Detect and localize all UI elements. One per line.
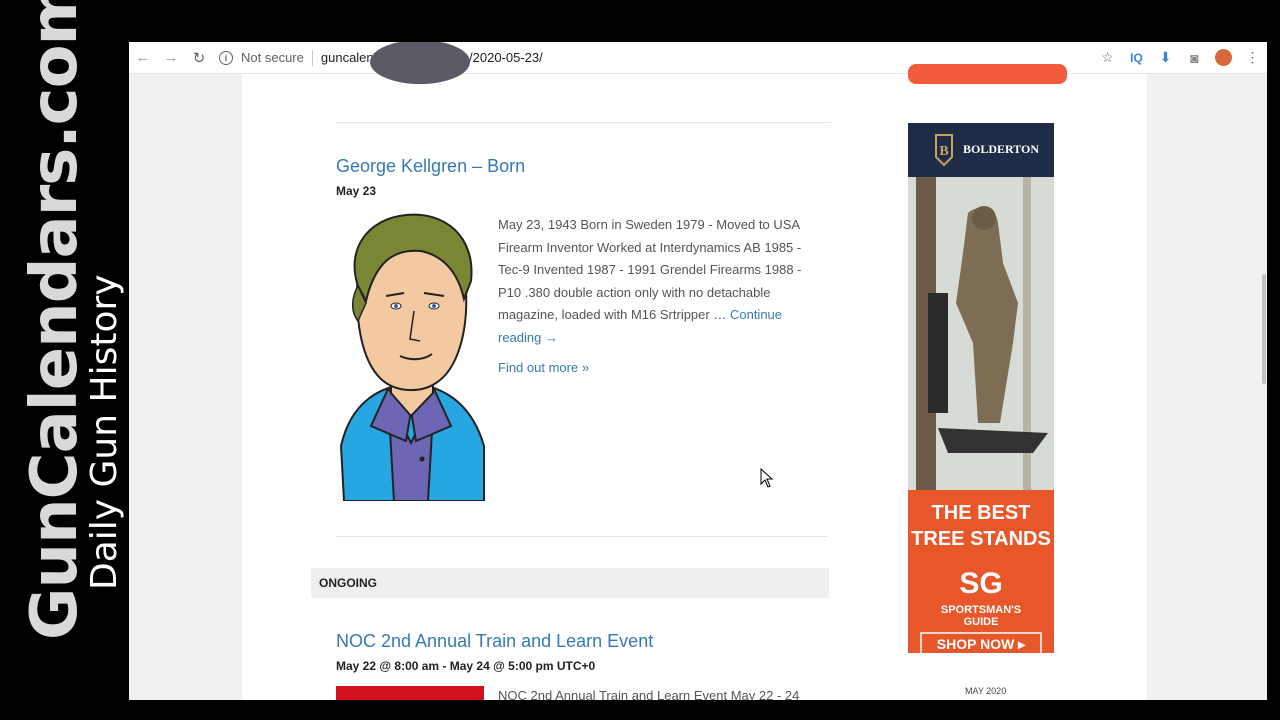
- sportsmans-guide-logo-icon: SG: [959, 567, 1002, 600]
- calendar-month-label: MAY 2020: [965, 686, 1007, 696]
- watermark-site: GunCalendars.com: [18, 0, 92, 640]
- ad-brand-text: BOLDERTON: [963, 142, 1039, 156]
- mouse-cursor-icon: [760, 468, 774, 488]
- back-arrow-icon[interactable]: ←: [129, 49, 157, 66]
- omnibox-divider: [311, 49, 313, 66]
- tree-stand-ad[interactable]: B BOLDERTON THE BEST TREE STANDS SG SPOR…: [908, 123, 1054, 653]
- divider: [336, 536, 828, 537]
- subscribe-button[interactable]: [908, 64, 1067, 84]
- main-content: George Kellgren – Born May 23 May 23, 19…: [242, 42, 1147, 700]
- download-extension-icon[interactable]: ⬇: [1151, 49, 1180, 66]
- watermark: GunCalendars.com Daily Gun History: [0, 0, 129, 720]
- info-icon[interactable]: i: [219, 50, 233, 65]
- ongoing-event-title-link[interactable]: NOC 2nd Annual Train and Learn Event: [336, 631, 653, 652]
- ad-shop-now-button[interactable]: SHOP NOW ▸: [937, 636, 1026, 652]
- event-title-link[interactable]: George Kellgren – Born: [336, 156, 525, 177]
- ad-sponsor-1: SPORTSMAN'S: [941, 604, 1021, 616]
- page-viewport: George Kellgren – Born May 23 May 23, 19…: [129, 42, 1267, 700]
- previous-event-image: [370, 42, 470, 84]
- ongoing-event-thumbnail[interactable]: [336, 686, 484, 700]
- watermark-tagline: Daily Gun History: [84, 274, 125, 590]
- ad-sponsor-2: GUIDE: [964, 616, 999, 628]
- ongoing-event-description: NOC 2nd Annual Train and Learn Event May…: [498, 688, 800, 700]
- page-scrollbar[interactable]: [1261, 74, 1267, 700]
- profile-avatar-icon[interactable]: [1209, 49, 1238, 67]
- toolbar-actions: ☆ IQ ⬇ ◙ ⋮: [1093, 42, 1267, 73]
- reload-icon[interactable]: ↻: [185, 49, 213, 67]
- browser-toolbar: ← → ↻ i Not secure guncalendars.com/even…: [129, 42, 1267, 74]
- forward-arrow-icon[interactable]: →: [157, 49, 185, 66]
- svg-text:B: B: [939, 144, 948, 159]
- menu-dots-icon[interactable]: ⋮: [1238, 49, 1267, 66]
- divider: [336, 122, 831, 123]
- ongoing-section-header: ONGOING: [311, 568, 829, 598]
- find-out-more-link[interactable]: Find out more »: [498, 360, 589, 375]
- iq-extension-icon[interactable]: IQ: [1122, 51, 1151, 65]
- event-date: May 23: [336, 184, 377, 198]
- portrait-illustration: [339, 213, 485, 501]
- ongoing-event-date: May 22 @ 8:00 am - May 24 @ 5:00 pm UTC+…: [336, 659, 596, 673]
- event-description: May 23, 1943 Born in Sweden 1979 - Moved…: [498, 214, 823, 350]
- camera-extension-icon[interactable]: ◙: [1180, 50, 1209, 66]
- ad-headline-1: THE BEST: [932, 502, 1031, 524]
- ad-headline-2: TREE STANDS: [911, 528, 1051, 550]
- security-label[interactable]: Not secure: [241, 50, 304, 65]
- scrollbar-thumb[interactable]: [1262, 274, 1266, 384]
- browser-window: ← → ↻ i Not secure guncalendars.com/even…: [129, 42, 1267, 700]
- star-icon[interactable]: ☆: [1093, 49, 1122, 66]
